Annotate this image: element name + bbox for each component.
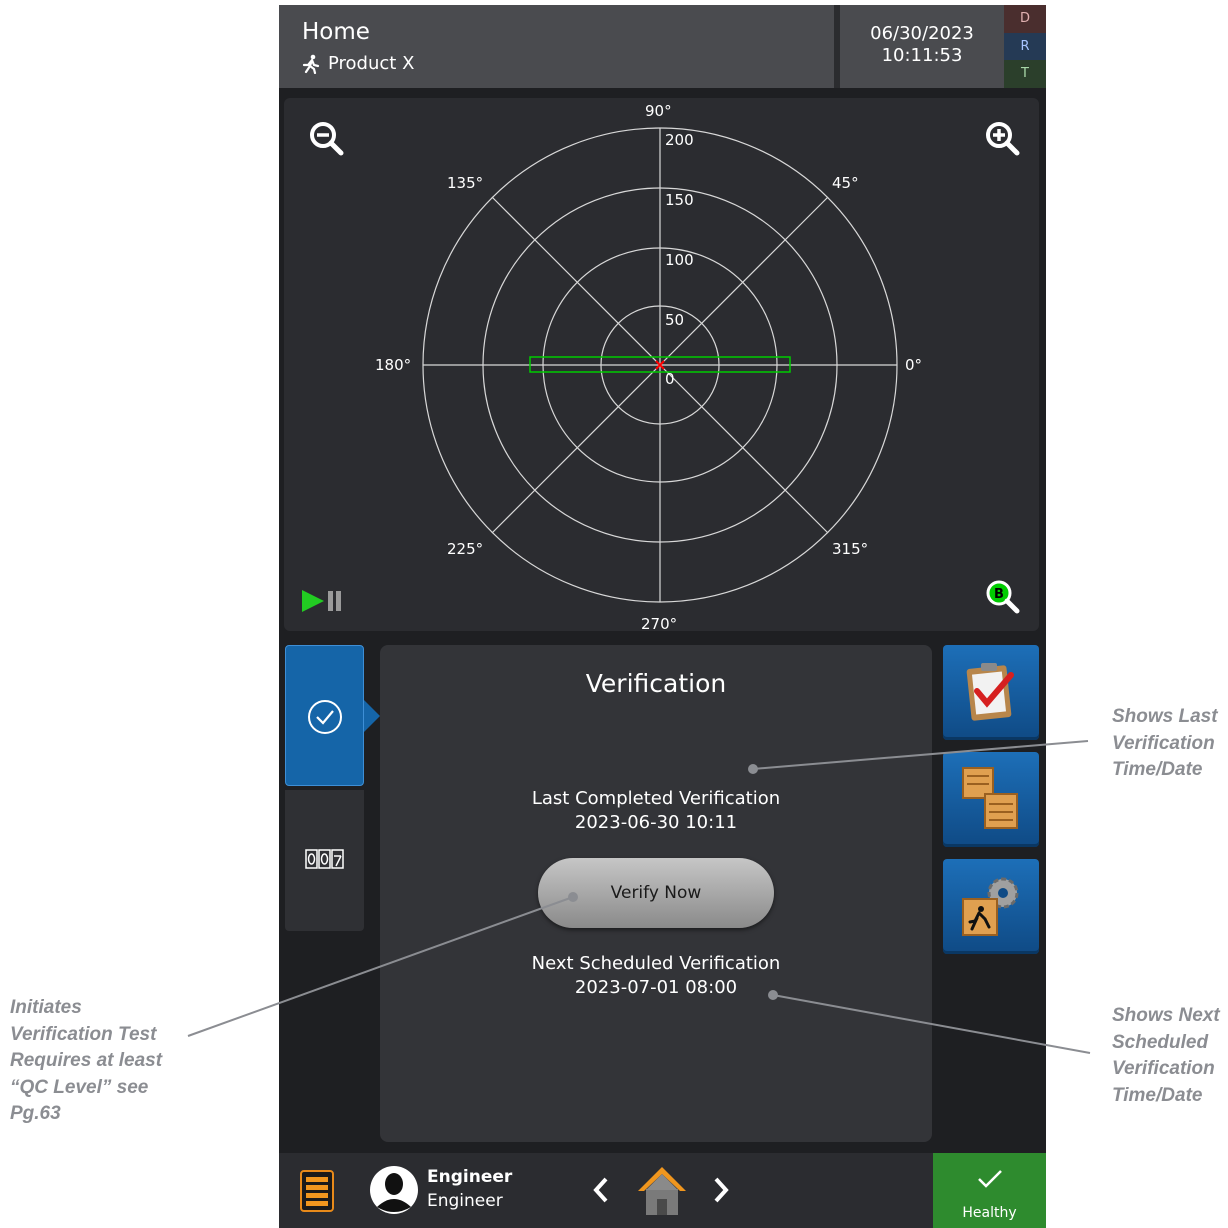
annotation-line: Time/Date	[1112, 759, 1203, 780]
annotation-line: Time/Date	[1112, 1084, 1203, 1106]
annotation-last-verification: Shows Last Verification Time/Date	[1112, 704, 1218, 784]
annotation-line: Shows Next	[1112, 1005, 1220, 1026]
annotation-line: Scheduled	[1112, 1031, 1209, 1053]
annotation-leaders	[187, 740, 1091, 1054]
annotation-line: Verification	[1112, 1058, 1215, 1079]
annotation-line: “QC Level” see	[10, 1076, 149, 1098]
annotation-line: Verification	[1112, 732, 1215, 754]
annotation-line: Shows Last	[1112, 706, 1218, 727]
annotation-line: Requires at least	[10, 1050, 163, 1071]
annotation-verify-button: Initiates Verification Test Requires at …	[10, 995, 162, 1128]
annotation-line: Pg.63	[10, 1103, 61, 1124]
annotation-line: Verification Test	[10, 1023, 157, 1045]
annotation-line: Initiates	[10, 997, 82, 1018]
annotation-next-verification: Shows Next Scheduled Verification Time/D…	[1112, 1003, 1220, 1109]
